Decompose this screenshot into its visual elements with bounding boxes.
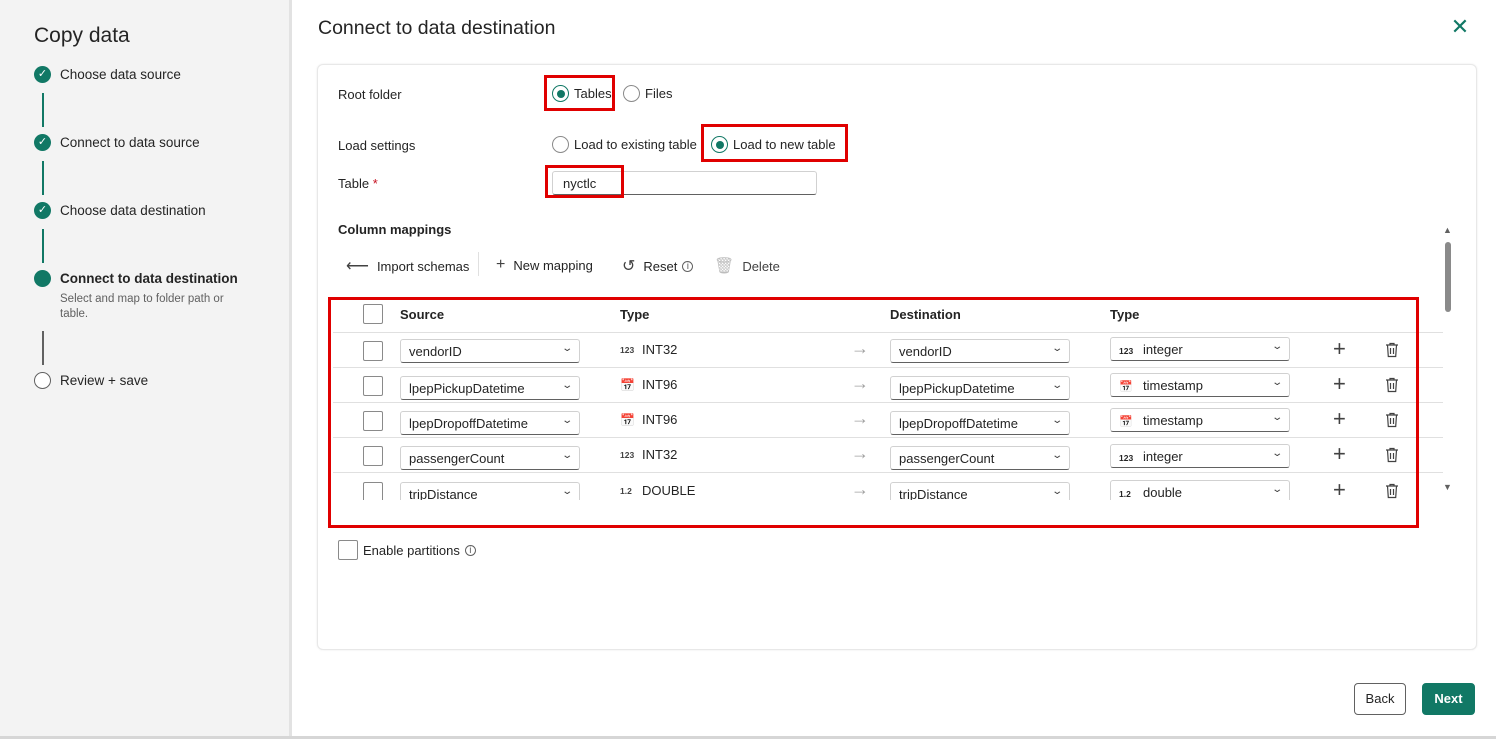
button-label: Delete — [742, 258, 780, 274]
import-schemas-button[interactable]: ⟵ Import schemas — [346, 256, 469, 276]
delete-button[interactable]: 🗑 Delete — [714, 256, 780, 276]
toolbar-divider — [478, 252, 479, 276]
radio-unselected-icon — [623, 85, 640, 102]
button-label: Import schemas — [376, 258, 470, 274]
page-title: Connect to data destination — [318, 17, 556, 39]
plus-icon: + — [496, 256, 506, 273]
radio-unselected-icon — [552, 136, 569, 153]
trash-icon: 🗑 — [714, 258, 735, 275]
scroll-up-icon[interactable]: ▲ — [1443, 225, 1452, 235]
scroll-thumb[interactable] — [1445, 242, 1451, 312]
next-button[interactable]: Next — [1422, 683, 1475, 715]
enable-partitions-option[interactable]: Enable partitions i — [338, 540, 476, 560]
mapping-scrollbar[interactable]: ▲ ▼ — [1440, 225, 1456, 495]
radio-load-existing[interactable]: Load to existing table — [552, 136, 697, 153]
step-label: Choose data destination — [60, 203, 206, 218]
step-connector — [42, 161, 44, 195]
column-mappings-title: Column mappings — [338, 222, 452, 237]
root-folder-label: Root folder — [338, 87, 402, 102]
step-label: Connect to data destination — [60, 271, 238, 286]
check-icon: ✓ — [34, 202, 51, 219]
highlight-box — [545, 165, 624, 198]
step-description: Select and map to folder path or table. — [60, 293, 224, 320]
highlight-box — [701, 124, 848, 162]
active-step-icon — [34, 270, 51, 287]
reset-button[interactable]: ↺ Reset i — [622, 256, 694, 276]
highlight-box — [544, 75, 615, 111]
step-label: Connect to data source — [60, 135, 200, 150]
wizard-sidebar: Copy data ✓ Choose data source ✓ Connect… — [0, 0, 292, 739]
pending-step-icon — [34, 372, 51, 389]
back-button[interactable]: Back — [1354, 683, 1406, 715]
load-settings-label: Load settings — [338, 138, 416, 153]
step-connector — [42, 229, 44, 263]
wizard-title: Copy data — [34, 24, 130, 47]
info-icon[interactable]: i — [464, 544, 476, 556]
required-mark: * — [372, 176, 378, 191]
check-icon: ✓ — [34, 134, 51, 151]
import-icon: ⟵ — [346, 258, 369, 275]
table-label: Table * — [338, 176, 378, 191]
highlight-box — [328, 297, 1419, 528]
step-label: Review + save — [60, 373, 149, 388]
radio-files[interactable]: Files — [623, 85, 672, 102]
reset-icon: ↺ — [622, 258, 636, 275]
enable-partitions-label: Enable partitions — [363, 542, 460, 558]
step-connector — [42, 93, 44, 127]
scroll-down-icon[interactable]: ▼ — [1443, 482, 1452, 492]
radio-label: Load to existing table — [574, 137, 697, 152]
close-icon[interactable]: ✕ — [1450, 16, 1470, 38]
button-label: New mapping — [513, 257, 593, 273]
check-icon: ✓ — [34, 66, 51, 83]
table-label-text: Table — [338, 176, 370, 191]
new-mapping-button[interactable]: + New mapping — [496, 256, 593, 274]
enable-partitions-checkbox[interactable] — [338, 540, 358, 560]
button-label: Reset — [643, 258, 678, 274]
step-label: Choose data source — [60, 67, 181, 82]
step-connector — [42, 331, 44, 365]
radio-label: Files — [645, 86, 673, 101]
info-icon[interactable]: i — [682, 260, 694, 272]
